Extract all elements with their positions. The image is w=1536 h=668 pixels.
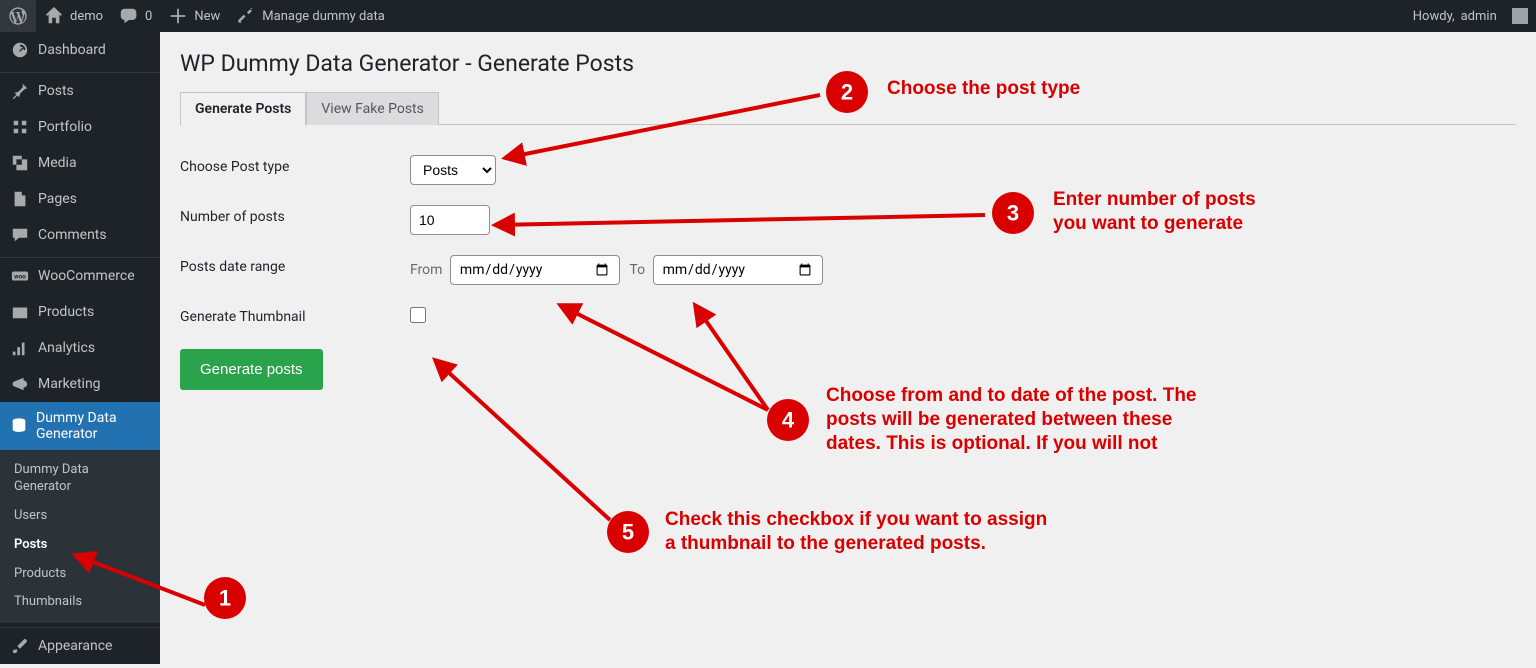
sidebar-label-pages: Pages xyxy=(38,191,77,207)
sidebar-item-products[interactable]: Products xyxy=(0,294,160,330)
comments-link[interactable]: 0 xyxy=(111,0,160,32)
home-icon xyxy=(44,6,64,26)
sidebar-item-dummy-data-generator[interactable]: Dummy Data Generator xyxy=(0,402,160,450)
tab-generate-posts[interactable]: Generate Posts xyxy=(180,92,306,126)
thumbnail-checkbox[interactable] xyxy=(410,307,426,323)
comments-count: 0 xyxy=(145,9,152,24)
howdy-prefix: Howdy, xyxy=(1413,9,1455,24)
new-label: New xyxy=(194,9,220,24)
sidebar-label-dummy: Dummy Data Generator xyxy=(36,410,150,442)
media-icon xyxy=(10,153,30,173)
sidebar-item-dashboard[interactable]: Dashboard xyxy=(0,32,160,68)
chart-icon xyxy=(10,338,30,358)
sidebar-label-marketing: Marketing xyxy=(38,376,101,392)
date-to-input[interactable] xyxy=(653,255,823,285)
from-label: From xyxy=(410,262,446,278)
wordpress-logo-icon xyxy=(8,6,28,26)
avatar xyxy=(1512,8,1528,24)
products-icon xyxy=(10,302,30,322)
sidebar-item-analytics[interactable]: Analytics xyxy=(0,330,160,366)
brush-icon xyxy=(10,636,30,656)
num-posts-label: Number of posts xyxy=(180,195,400,245)
new-content-link[interactable]: New xyxy=(160,0,228,32)
wp-logo[interactable] xyxy=(0,0,36,32)
database-icon xyxy=(10,416,28,436)
portfolio-icon xyxy=(10,117,30,137)
admin-sidebar: Dashboard Posts Portfolio Media Pages Co… xyxy=(0,32,160,664)
site-name: demo xyxy=(70,9,103,24)
page-title: WP Dummy Data Generator - Generate Posts xyxy=(180,50,1516,77)
tab-view-fake-posts[interactable]: View Fake Posts xyxy=(306,92,438,125)
sidebar-sub-users[interactable]: Users xyxy=(0,502,160,531)
post-type-select[interactable]: Posts xyxy=(410,155,496,185)
date-from-input[interactable] xyxy=(450,255,620,285)
sidebar-item-portfolio[interactable]: Portfolio xyxy=(0,109,160,145)
generate-posts-button[interactable]: Generate posts xyxy=(180,349,323,390)
sidebar-item-woocommerce[interactable]: woo WooCommerce xyxy=(0,258,160,294)
page-icon xyxy=(10,189,30,209)
sidebar-label-analytics: Analytics xyxy=(38,340,95,356)
wp-admin-bar: demo 0 New Manage dummy data Howdy, admi… xyxy=(0,0,1536,32)
sidebar-sub-posts[interactable]: Posts xyxy=(0,531,160,560)
sidebar-item-pages[interactable]: Pages xyxy=(0,181,160,217)
sidebar-item-appearance[interactable]: Appearance xyxy=(0,628,160,664)
sidebar-item-comments[interactable]: Comments xyxy=(0,217,160,253)
form-table: Choose Post type Posts Number of posts P… xyxy=(180,145,833,339)
my-account-link[interactable]: Howdy, admin xyxy=(1405,0,1536,32)
sidebar-item-marketing[interactable]: Marketing xyxy=(0,366,160,402)
woo-icon: woo xyxy=(10,266,30,286)
main-content: WP Dummy Data Generator - Generate Posts… xyxy=(160,32,1536,664)
sidebar-label-products: Products xyxy=(38,304,94,320)
sidebar-item-posts[interactable]: Posts xyxy=(0,73,160,109)
to-label: To xyxy=(623,262,649,278)
sidebar-label-woocommerce: WooCommerce xyxy=(38,268,135,284)
comments-icon xyxy=(10,225,30,245)
tools-icon xyxy=(236,6,256,26)
pin-icon xyxy=(10,81,30,101)
plus-icon xyxy=(168,6,188,26)
sidebar-label-appearance: Appearance xyxy=(38,638,112,654)
manage-dummy-label: Manage dummy data xyxy=(262,9,385,24)
dashboard-icon xyxy=(10,40,30,60)
megaphone-icon xyxy=(10,374,30,394)
sidebar-sub-dummy-data-generator[interactable]: Dummy Data Generator xyxy=(0,456,160,502)
sidebar-label-portfolio: Portfolio xyxy=(38,119,92,135)
sidebar-submenu: Dummy Data Generator Users Posts Product… xyxy=(0,450,160,623)
sidebar-label-posts: Posts xyxy=(38,83,74,99)
thumbnail-label: Generate Thumbnail xyxy=(180,295,400,339)
num-posts-input[interactable] xyxy=(410,205,490,235)
sidebar-item-media[interactable]: Media xyxy=(0,145,160,181)
manage-dummy-link[interactable]: Manage dummy data xyxy=(228,0,393,32)
tab-wrapper: Generate PostsView Fake Posts xyxy=(180,91,1516,125)
sidebar-sub-products[interactable]: Products xyxy=(0,560,160,589)
comment-icon xyxy=(119,6,139,26)
post-type-label: Choose Post type xyxy=(180,145,400,195)
user-name: admin xyxy=(1461,9,1497,24)
date-range-label: Posts date range xyxy=(180,245,400,295)
sidebar-label-dashboard: Dashboard xyxy=(38,42,106,58)
sidebar-sub-thumbnails[interactable]: Thumbnails xyxy=(0,588,160,617)
site-name-link[interactable]: demo xyxy=(36,0,111,32)
sidebar-label-media: Media xyxy=(38,155,77,171)
svg-text:woo: woo xyxy=(14,273,26,281)
sidebar-label-comments: Comments xyxy=(38,227,107,243)
